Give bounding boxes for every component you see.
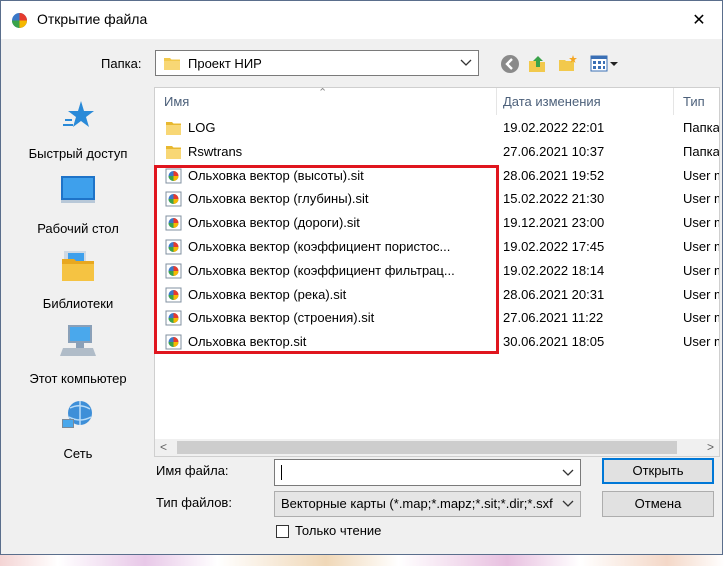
open-button[interactable]: Открыть bbox=[602, 458, 714, 484]
filename-label: Имя файла: bbox=[156, 463, 229, 478]
back-button[interactable] bbox=[499, 53, 521, 75]
column-divider[interactable] bbox=[496, 88, 497, 115]
folder-icon bbox=[166, 145, 181, 159]
file-type: User map bbox=[683, 262, 719, 278]
folder-value: Проект НИР bbox=[188, 56, 262, 71]
close-button[interactable]: ✕ bbox=[676, 1, 722, 39]
file-type: User map bbox=[683, 286, 719, 302]
file-type: User map bbox=[683, 239, 719, 254]
place-network[interactable]: Сеть bbox=[11, 399, 145, 469]
horizontal-scrollbar[interactable]: < > bbox=[155, 439, 719, 456]
network-icon bbox=[62, 401, 92, 428]
folder-icon bbox=[166, 122, 181, 135]
file-type: User map bbox=[683, 215, 719, 231]
readonly-checkbox[interactable] bbox=[276, 525, 289, 538]
file-date: 19.02.2022 18:14 bbox=[503, 262, 605, 278]
view-menu-icon bbox=[590, 55, 618, 72]
computer-icon bbox=[60, 325, 96, 356]
column-divider[interactable] bbox=[673, 88, 674, 115]
file-date: 28.06.2021 20:31 bbox=[503, 286, 605, 302]
file-date: 27.06.2021 11:22 bbox=[503, 310, 604, 326]
file-date: 19.02.2022 17:45 bbox=[503, 239, 605, 254]
filetype-value: Векторные карты (*.map;*.mapz;*.sit;*.di… bbox=[281, 496, 553, 511]
new-folder-icon bbox=[559, 55, 577, 71]
close-icon: ✕ bbox=[692, 12, 706, 29]
up-folder-button[interactable] bbox=[527, 53, 549, 75]
scroll-right-icon[interactable]: > bbox=[707, 440, 714, 454]
new-folder-button[interactable] bbox=[557, 53, 579, 75]
column-header-date[interactable]: Дата изменения bbox=[503, 94, 601, 109]
chevron-down-icon bbox=[460, 59, 472, 66]
file-row[interactable]: Rswtrans 27.06.2021 10:37 Папка bbox=[155, 140, 719, 164]
file-type: Папка bbox=[683, 143, 720, 159]
library-icon bbox=[62, 251, 94, 281]
file-date: 19.02.2022 22:01 bbox=[503, 120, 605, 135]
filetype-select[interactable]: Векторные карты (*.map;*.mapz;*.sit;*.di… bbox=[274, 491, 581, 517]
place-libraries[interactable]: Библиотеки bbox=[11, 249, 145, 319]
file-date: 15.02.2022 21:30 bbox=[503, 191, 605, 207]
star-icon bbox=[63, 101, 94, 127]
cancel-button[interactable]: Отмена bbox=[602, 491, 714, 517]
back-arrow-icon bbox=[501, 55, 519, 73]
place-label: Рабочий стол bbox=[37, 221, 119, 236]
chevron-down-icon[interactable] bbox=[562, 469, 574, 477]
file-type: User map bbox=[683, 334, 719, 350]
file-name: Rswtrans bbox=[188, 143, 243, 159]
file-row[interactable]: LOG 19.02.2022 22:01 Папка bbox=[155, 116, 719, 140]
folder-icon bbox=[164, 58, 180, 70]
readonly-label[interactable]: Только чтение bbox=[295, 523, 381, 538]
title-bar[interactable]: Открытие файла ✕ bbox=[1, 1, 722, 39]
place-quick-access[interactable]: Быстрый доступ bbox=[11, 99, 145, 169]
chevron-down-icon bbox=[562, 500, 574, 507]
folder-label: Папка: bbox=[101, 56, 142, 71]
annotation-highlight-box bbox=[154, 165, 499, 354]
window-title: Открытие файла bbox=[37, 11, 148, 27]
file-date: 27.06.2021 10:37 bbox=[503, 143, 605, 159]
filetype-label: Тип файлов: bbox=[156, 495, 232, 510]
background-strip bbox=[0, 555, 725, 566]
place-label: Библиотеки bbox=[42, 296, 114, 311]
text-caret bbox=[281, 465, 282, 480]
view-menu-button[interactable] bbox=[589, 53, 619, 75]
sort-ascending-icon: ⌃ bbox=[318, 87, 328, 99]
file-type: Папка bbox=[683, 120, 720, 135]
place-label: Быстрый доступ bbox=[28, 146, 128, 161]
file-date: 19.12.2021 23:00 bbox=[503, 215, 605, 231]
file-name: LOG bbox=[188, 120, 216, 135]
app-icon bbox=[12, 13, 27, 28]
place-this-pc[interactable]: Этот компьютер bbox=[11, 324, 145, 394]
place-label: Этот компьютер bbox=[29, 371, 127, 386]
file-type: User map bbox=[683, 191, 719, 207]
file-type: User map bbox=[683, 167, 719, 183]
places-bar: Быстрый доступ Рабочий стол Библиотеки Э… bbox=[11, 89, 145, 461]
open-file-dialog: Открытие файла ✕ Папка: Проект НИР Быстр… bbox=[0, 0, 723, 555]
column-header-name[interactable]: Имя bbox=[164, 94, 189, 109]
scroll-left-icon[interactable]: < bbox=[160, 440, 167, 454]
file-date: 28.06.2021 19:52 bbox=[503, 167, 605, 183]
place-label: Сеть bbox=[63, 446, 93, 461]
scrollbar-thumb[interactable] bbox=[177, 441, 677, 454]
folder-select[interactable]: Проект НИР bbox=[155, 50, 479, 76]
up-folder-icon bbox=[529, 56, 545, 72]
place-desktop[interactable]: Рабочий стол bbox=[11, 174, 145, 244]
column-header-row: ⌃ Имя Дата изменения Тип bbox=[155, 88, 719, 115]
desktop-icon bbox=[61, 176, 95, 203]
filename-input[interactable] bbox=[274, 459, 581, 486]
column-header-type[interactable]: Тип bbox=[683, 94, 705, 109]
file-type: User map bbox=[683, 310, 719, 326]
file-date: 30.06.2021 18:05 bbox=[503, 334, 605, 350]
